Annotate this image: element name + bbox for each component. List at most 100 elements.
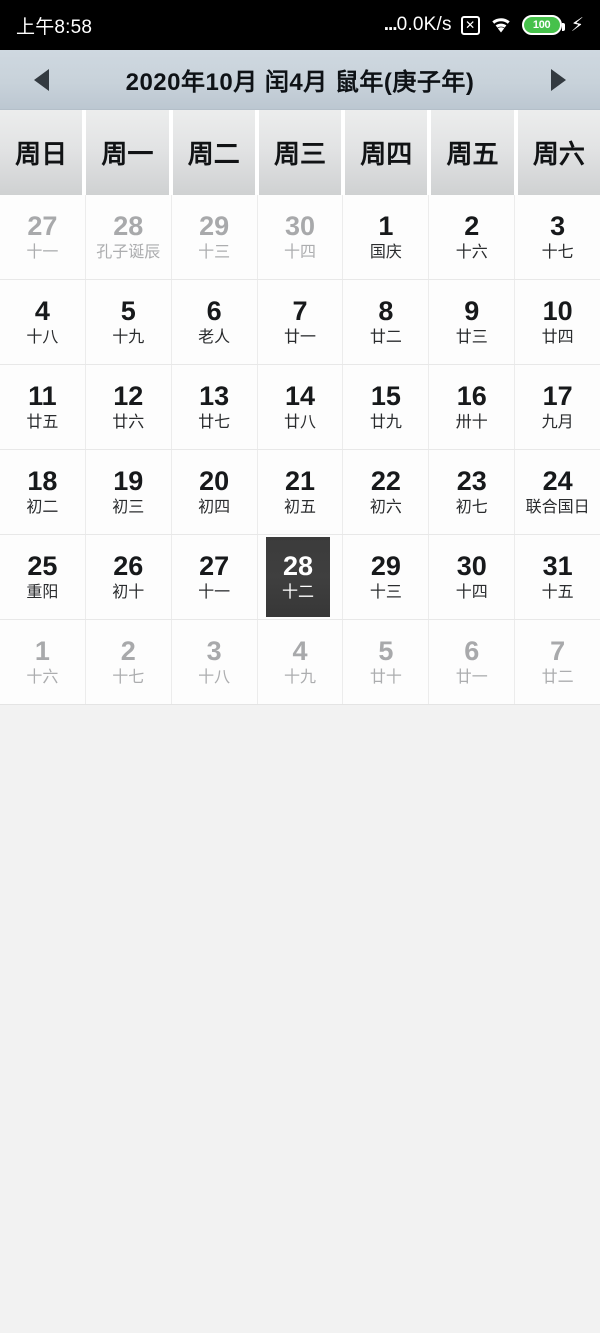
calendar-day-cell[interactable]: 6 老人 <box>171 280 258 364</box>
calendar-day-cell[interactable]: 29 十三 <box>171 195 258 279</box>
lunar-or-holiday-label: 廿二 <box>369 329 402 347</box>
battery-level-text: 100 <box>532 19 551 31</box>
calendar-day-cell[interactable]: 25 重阳 <box>0 535 86 619</box>
lunar-or-holiday-label: 初二 <box>26 499 59 517</box>
day-number: 21 <box>284 466 316 497</box>
calendar-day-cell[interactable]: 19 初三 <box>85 450 172 534</box>
calendar-day-cell[interactable]: 23 初七 <box>429 450 516 534</box>
lunar-or-holiday-label: 廿九 <box>369 414 402 432</box>
day-number: 3 <box>206 636 222 667</box>
calendar-day-cell[interactable]: 17 九月 <box>515 365 600 449</box>
calendar-day-cell[interactable]: 8 廿二 <box>343 280 430 364</box>
calendar-day-cell[interactable]: 29 十三 <box>343 535 430 619</box>
calendar-day-cell[interactable]: 18 初二 <box>0 450 86 534</box>
lunar-or-holiday-label: 初六 <box>369 499 402 517</box>
empty-detail-area <box>0 705 600 1333</box>
day-number: 31 <box>542 551 573 582</box>
no-sim-glyph: ✕ <box>465 18 476 32</box>
calendar-day-cell[interactable]: 15 廿九 <box>343 365 430 449</box>
calendar-day-cell[interactable]: 11 廿五 <box>0 365 86 449</box>
calendar-day-cell[interactable]: 4 十九 <box>257 620 344 704</box>
no-sim-icon: ✕ <box>460 15 480 35</box>
calendar-day-cell[interactable]: 1 国庆 <box>343 195 430 279</box>
lunar-or-holiday-label: 廿七 <box>198 414 231 432</box>
lunar-or-holiday-label: 十五 <box>541 584 574 602</box>
calendar-day-cell[interactable]: 30 十四 <box>429 535 516 619</box>
day-number: 7 <box>550 636 566 667</box>
calendar-day-cell[interactable]: 13 廿七 <box>171 365 258 449</box>
calendar-day-cell[interactable]: 16 卅十 <box>429 365 516 449</box>
calendar-day-cell[interactable]: 7 廿一 <box>257 280 344 364</box>
day-number: 16 <box>456 381 487 412</box>
weekday-header-cell: 周一 <box>86 110 169 195</box>
day-number: 8 <box>378 296 394 327</box>
calendar-day-cell[interactable]: 30 十四 <box>257 195 344 279</box>
day-number: 28 <box>282 551 314 582</box>
lunar-or-holiday-label: 十八 <box>26 329 59 347</box>
calendar-day-cell[interactable]: 2 十六 <box>429 195 516 279</box>
charging-bolt-icon: ⚡ <box>570 14 584 36</box>
calendar-day-cell[interactable]: 3 十七 <box>515 195 600 279</box>
calendar-app: 上午8:58 ...0.0K/s ✕ 100 ⚡ 2020年10月 闰4月 鼠年… <box>0 0 600 1333</box>
calendar-day-cell[interactable]: 2 十七 <box>85 620 172 704</box>
calendar-day-cell[interactable]: 7 廿二 <box>515 620 600 704</box>
day-number: 24 <box>542 466 573 497</box>
calendar-day-cell[interactable]: 3 十八 <box>171 620 258 704</box>
lunar-or-holiday-label: 廿二 <box>541 669 574 687</box>
calendar-day-cell[interactable]: 14 廿八 <box>257 365 344 449</box>
day-number: 19 <box>113 466 144 497</box>
calendar-day-cell-today[interactable]: 28 十二 <box>257 535 344 619</box>
wifi-icon <box>489 16 513 34</box>
next-month-arrow-icon[interactable] <box>550 68 566 91</box>
lunar-or-holiday-label: 初十 <box>112 584 145 602</box>
calendar-day-cell[interactable]: 20 初四 <box>171 450 258 534</box>
calendar-week-row: 4 十八 5 十九 6 老人 7 廿一 8 廿二 9 廿三 10 廿四 <box>0 280 600 365</box>
weekday-label: 周二 <box>187 139 240 169</box>
calendar-day-cell[interactable]: 22 初六 <box>343 450 430 534</box>
weekday-header-cell: 周日 <box>0 110 83 195</box>
calendar-day-cell[interactable]: 6 廿一 <box>429 620 516 704</box>
prev-month-arrow-icon[interactable] <box>34 68 49 91</box>
lunar-or-holiday-label: 初五 <box>284 499 317 517</box>
weekday-label: 周三 <box>273 139 326 169</box>
day-number: 1 <box>34 636 50 667</box>
lunar-or-holiday-label: 初三 <box>112 499 145 517</box>
calendar-day-cell[interactable]: 1 十六 <box>0 620 86 704</box>
lunar-or-holiday-label: 廿五 <box>26 414 59 432</box>
day-number: 30 <box>456 551 487 582</box>
calendar-day-cell[interactable]: 10 廿四 <box>515 280 600 364</box>
calendar-day-cell[interactable]: 5 十九 <box>85 280 172 364</box>
calendar-day-cell[interactable]: 28 孔子诞辰 <box>85 195 172 279</box>
lunar-or-holiday-label: 十一 <box>26 244 59 262</box>
calendar-day-cell[interactable]: 21 初五 <box>257 450 344 534</box>
day-number: 9 <box>464 296 480 327</box>
calendar-day-cell[interactable]: 4 十八 <box>0 280 86 364</box>
lunar-or-holiday-label: 十三 <box>369 584 402 602</box>
calendar-day-cell[interactable]: 27 十一 <box>171 535 258 619</box>
weekday-label: 周日 <box>15 139 68 169</box>
lunar-or-holiday-label: 初七 <box>455 499 488 517</box>
lunar-or-holiday-label: 孔子诞辰 <box>96 244 161 262</box>
day-number: 29 <box>199 211 230 242</box>
calendar-day-cell[interactable]: 27 十一 <box>0 195 86 279</box>
lunar-or-holiday-label: 十九 <box>284 669 317 687</box>
calendar-day-cell[interactable]: 24 联合国日 <box>515 450 600 534</box>
calendar-day-cell[interactable]: 12 廿六 <box>85 365 172 449</box>
lunar-or-holiday-label: 联合国日 <box>525 499 590 517</box>
day-number: 30 <box>284 211 316 242</box>
day-number: 2 <box>464 211 480 242</box>
lunar-or-holiday-label: 廿一 <box>455 669 488 687</box>
weekday-header-cell: 周二 <box>172 110 255 195</box>
lunar-or-holiday-label: 十一 <box>198 584 231 602</box>
calendar-day-cell[interactable]: 9 廿三 <box>429 280 516 364</box>
calendar-day-cell[interactable]: 26 初十 <box>85 535 172 619</box>
weekday-header-cell: 周六 <box>517 110 600 195</box>
today-highlight: 28 十二 <box>265 537 331 617</box>
weekday-header-row: 周日 周一 周二 周三 周四 周五 周六 <box>0 110 600 195</box>
day-number: 26 <box>113 551 144 582</box>
status-bar: 上午8:58 ...0.0K/s ✕ 100 ⚡ <box>0 0 600 50</box>
lunar-or-holiday-label: 十六 <box>26 669 59 687</box>
calendar-day-cell[interactable]: 5 廿十 <box>343 620 430 704</box>
calendar-day-cell[interactable]: 31 十五 <box>515 535 600 619</box>
lunar-or-holiday-label: 老人 <box>198 329 231 347</box>
